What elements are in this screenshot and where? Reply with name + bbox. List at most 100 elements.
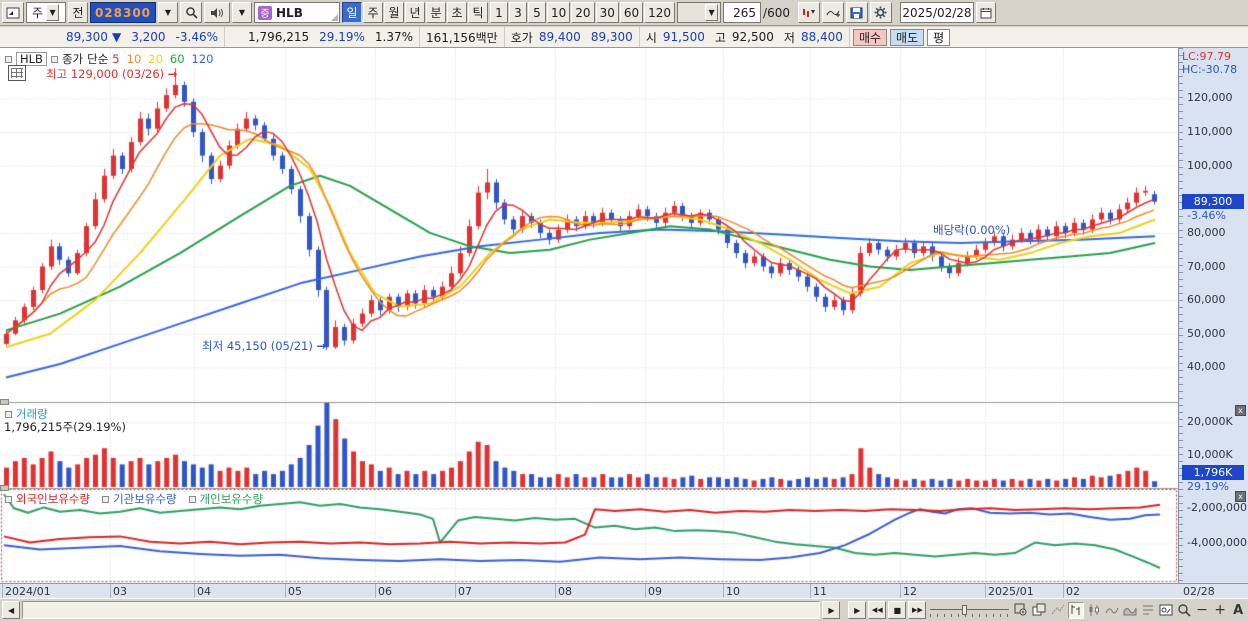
stop-button[interactable]: ■: [888, 601, 907, 619]
chart-area[interactable]: HLB 종가 단순 5 10 20 60 120 최고 129,000 (03/26) …: [0, 48, 1248, 598]
pane-splitter-handle[interactable]: [0, 485, 9, 491]
settings-gear-icon[interactable]: [869, 2, 892, 23]
sell-button[interactable]: 매도: [890, 28, 925, 46]
calendar-icon[interactable]: [975, 2, 996, 23]
date-tick: [555, 584, 556, 598]
avg-button[interactable]: 평: [927, 28, 951, 46]
scroll-right-button[interactable]: ▶: [822, 601, 841, 619]
checkbox-icon[interactable]: [5, 410, 12, 418]
window-switch-icon[interactable]: [2, 2, 24, 23]
chart-style-candle-icon[interactable]: [1086, 602, 1102, 619]
turnover-pct: 1.37%: [374, 30, 413, 44]
date-tick-label: 2024/01: [5, 585, 51, 598]
ownership-legend-label: 개인보유수량: [199, 492, 264, 506]
checkbox-icon[interactable]: [102, 495, 110, 503]
interval-button-60[interactable]: 60: [619, 2, 644, 23]
chart-scrollbar-track[interactable]: [22, 601, 821, 619]
legend-ma-120: 120: [191, 52, 214, 66]
sound-icon[interactable]: [204, 2, 230, 23]
symbol-name-field[interactable]: 증 HLB: [254, 2, 340, 23]
period-button-주[interactable]: 주: [363, 2, 383, 23]
pane-splitter-handle[interactable]: [0, 399, 9, 405]
chart-style-area-icon[interactable]: [1122, 602, 1138, 619]
axis-minor-ticks: [1179, 48, 1183, 583]
compare-window-icon[interactable]: [1031, 602, 1047, 619]
play-button[interactable]: ▶: [848, 601, 867, 619]
chevron-down-icon[interactable]: ▼: [705, 4, 719, 21]
add-indicator-icon[interactable]: [821, 2, 844, 23]
date-input[interactable]: 2025/02/28: [899, 2, 974, 23]
data-table-icon[interactable]: [8, 65, 26, 81]
bar-shift-icon[interactable]: [797, 2, 820, 23]
volume-value: 1,796,215: [248, 30, 310, 44]
rewind-button[interactable]: ◀◀: [868, 601, 887, 619]
end-date-label: 02/28: [1183, 585, 1215, 598]
ask-price: 89,400: [538, 30, 581, 44]
axis-tick-label: 70,000: [1187, 259, 1226, 273]
low-annotation: 최저 45,150 (05/21) →: [202, 339, 327, 353]
period-button-일[interactable]: 일: [342, 2, 362, 23]
chart-style-line-icon[interactable]: [1104, 602, 1120, 619]
open-label: 시: [645, 30, 657, 45]
date-tick: [2, 584, 3, 598]
legend-ma-5: 5: [112, 52, 120, 66]
interval-button-120[interactable]: 120: [644, 2, 676, 23]
interval-button-30[interactable]: 30: [595, 2, 619, 23]
axis-tick-label: 60,000: [1187, 293, 1226, 307]
legend-ma-60: 60: [169, 52, 185, 66]
save-icon[interactable]: [845, 2, 868, 23]
volume-ratio: 29.19%: [319, 30, 365, 44]
close-volume-pane-icon[interactable]: x: [1235, 405, 1246, 416]
interval-button-3[interactable]: 3: [509, 2, 527, 23]
interval-button-1[interactable]: 1: [490, 2, 508, 23]
prev-symbol-button[interactable]: 전: [68, 2, 88, 23]
checkbox-icon[interactable]: [5, 495, 12, 503]
current-volume-marker: 1,796K: [1182, 465, 1244, 481]
checkbox-icon[interactable]: [50, 55, 58, 63]
date-axis[interactable]: 2024/01 03 04 05 06 07 08 09 10 11 12 2025/01 02 02/…: [0, 583, 1248, 598]
magnifier-icon[interactable]: [1176, 602, 1192, 619]
price-axis[interactable]: LC:97.79 HC:-30.78 120,000 110,000 100,000…: [1178, 48, 1248, 583]
code-dropdown-button[interactable]: ▼: [158, 2, 178, 23]
interval-button-20[interactable]: 20: [571, 2, 595, 23]
forward-button[interactable]: ▶▶: [908, 601, 927, 619]
axis-tick-label: 50,000: [1187, 326, 1226, 340]
axis-tick-label: 10,000K: [1187, 447, 1233, 461]
chart-type-combo[interactable]: 주 ▼: [26, 2, 66, 23]
period-button-틱[interactable]: 틱: [468, 2, 488, 23]
font-size-button[interactable]: A: [1230, 602, 1246, 619]
current-price: 89,300: [65, 30, 108, 44]
interval-button-10[interactable]: 10: [547, 2, 571, 23]
zoom-area-icon[interactable]: [1013, 602, 1029, 619]
replay-speed-slider[interactable]: [928, 601, 1011, 619]
date-tick-label: 05: [288, 585, 302, 598]
checkbox-icon[interactable]: [5, 55, 12, 63]
close-ownership-pane-icon[interactable]: x: [1235, 491, 1246, 502]
bar-count-input[interactable]: 265: [723, 2, 762, 23]
symbol-code-input[interactable]: 028300: [90, 2, 156, 23]
scroll-left-button[interactable]: ◀: [2, 601, 21, 619]
search-icon[interactable]: [180, 2, 202, 23]
zoom-in-button[interactable]: +: [1212, 602, 1228, 619]
period-button-년[interactable]: 년: [405, 2, 425, 23]
period-button-초[interactable]: 초: [447, 2, 467, 23]
zoom-out-button[interactable]: −: [1194, 602, 1210, 619]
date-tick-label: 09: [648, 585, 662, 598]
sound-dropdown-button[interactable]: ▼: [232, 2, 252, 23]
buy-button[interactable]: 매수: [852, 28, 888, 46]
period-button-분[interactable]: 분: [426, 2, 446, 23]
chevron-down-icon[interactable]: ▼: [46, 4, 60, 21]
period-button-월[interactable]: 월: [384, 2, 404, 23]
date-tick-label: 08: [558, 585, 572, 598]
resize-grip-icon: [331, 14, 338, 21]
chart-style-bar-icon[interactable]: [1067, 601, 1084, 619]
screenshot-icon[interactable]: [1158, 602, 1174, 619]
interval-button-5[interactable]: 5: [528, 2, 546, 23]
hoga-label: 호가: [510, 30, 533, 45]
interval-button-group: 1 3 5 10 20 30 60 120: [490, 2, 676, 23]
indicator-list-icon[interactable]: [1140, 602, 1156, 619]
checkbox-icon[interactable]: [188, 495, 196, 503]
custom-interval-combo[interactable]: ▼: [677, 2, 722, 23]
trendline-icon[interactable]: [1050, 602, 1066, 619]
legend-ma-20: 20: [148, 52, 163, 66]
